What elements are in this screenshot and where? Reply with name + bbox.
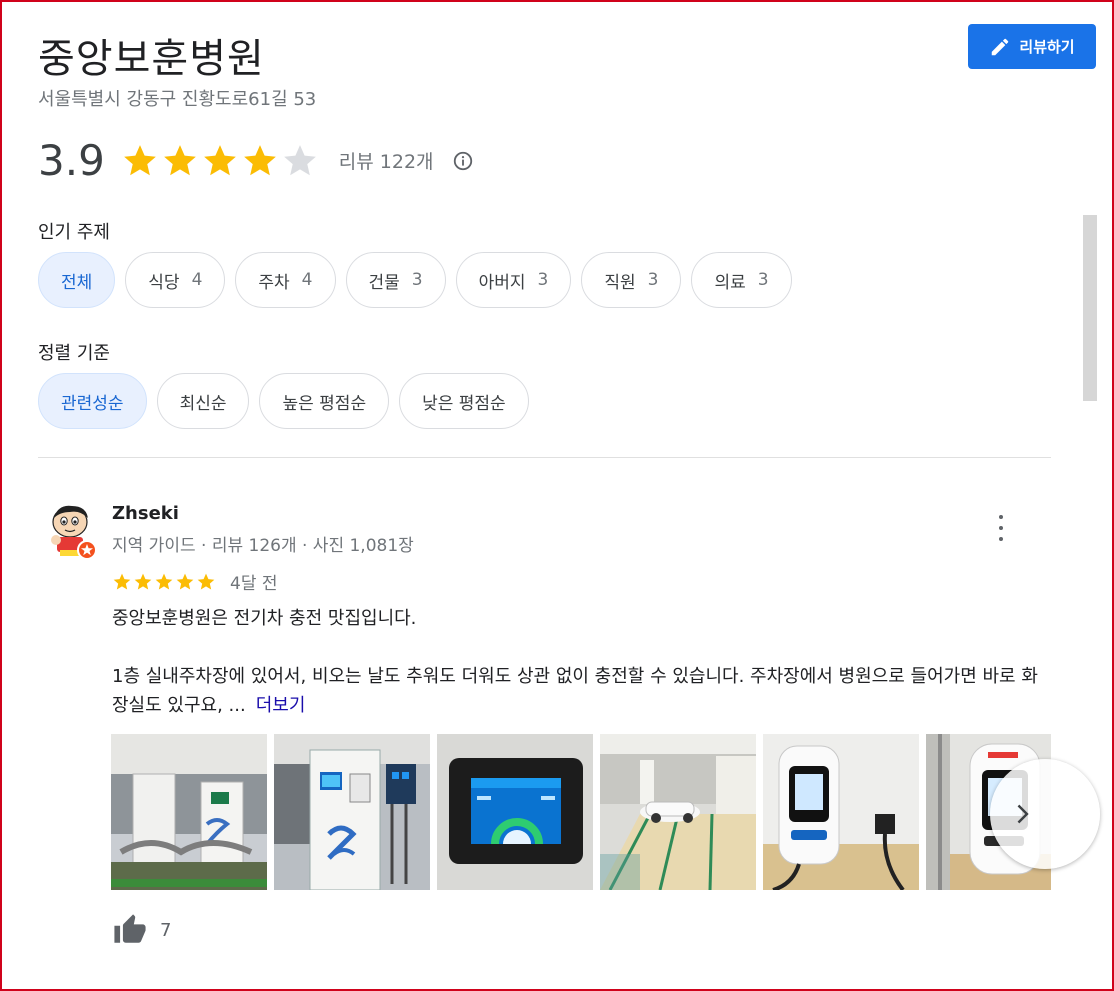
star-icon — [243, 144, 276, 175]
reviewer-meta[interactable]: 지역 가이드 · 리뷰 126개 · 사진 1,081장 — [112, 531, 414, 556]
review-text-line: 1층 실내주차장에 있어서, 비오는 날도 추워도 더워도 상관 없이 충전할 … — [112, 662, 1052, 720]
sort-chip[interactable]: 최신순 — [156, 373, 250, 429]
star-icon — [155, 573, 173, 589]
star-icon — [176, 573, 194, 589]
sort-chips: 관련성순 최신순 높은 평점순 낮은 평점순 — [38, 373, 529, 429]
review-photo[interactable] — [763, 734, 919, 890]
topic-chip-label: 아버지 — [478, 272, 526, 293]
write-review-button[interactable]: 리뷰하기 — [968, 24, 1096, 69]
place-address: 서울특별시 강동구 진황도로61길 53 — [38, 89, 317, 110]
review-text-body: 1층 실내주차장에 있어서, 비오는 날도 추워도 더워도 상관 없이 충전할 … — [112, 666, 1038, 716]
topics-label: 인기 주제 — [38, 222, 110, 243]
star-icon — [163, 144, 196, 175]
like-count: 7 — [160, 919, 172, 941]
info-icon[interactable] — [452, 150, 474, 172]
more-vert-icon[interactable] — [992, 514, 1010, 542]
star-icon — [203, 144, 236, 175]
review-stars — [112, 572, 216, 592]
review-date: 4달 전 — [230, 574, 278, 594]
sort-chip-label: 높은 평점순 — [282, 393, 367, 414]
review-photo[interactable] — [111, 734, 267, 890]
topic-chip-count: 3 — [647, 270, 659, 290]
sort-chip-label: 최신순 — [179, 393, 227, 414]
topic-chip-count: 3 — [757, 270, 769, 290]
chevron-right-icon — [1017, 804, 1029, 824]
divider — [38, 457, 1051, 458]
topic-chip-count: 3 — [411, 270, 423, 290]
star-icon — [113, 573, 131, 589]
reviewer-name[interactable]: Zhseki — [112, 503, 179, 524]
pencil-icon — [992, 38, 1009, 55]
review-rating-row: 4달 전 — [112, 569, 278, 594]
topic-chip-label: 주차 — [258, 272, 290, 293]
topic-chip[interactable]: 건물 3 — [345, 252, 446, 308]
star-icon — [134, 573, 152, 589]
review-photo[interactable] — [437, 734, 593, 890]
star-icon — [123, 144, 156, 175]
review-photo[interactable] — [274, 734, 430, 890]
topic-chips: 전체 식당 4 주차 4 건물 3 아버지 3 직원 3 의료 3 — [38, 252, 792, 308]
star-icon — [283, 144, 316, 175]
topic-chip-label: 건물 — [368, 272, 400, 293]
read-more-link[interactable]: 더보기 — [256, 695, 306, 716]
rating-stars — [121, 142, 319, 180]
review-photos — [111, 734, 1051, 890]
topic-chip[interactable]: 직원 3 — [581, 252, 682, 308]
review-text: 중앙보훈병원은 전기차 충전 맛집입니다. 1층 실내주차장에 있어서, 비오는… — [112, 604, 1052, 720]
reviewer-avatar[interactable] — [44, 500, 100, 562]
sort-chip[interactable]: 관련성순 — [38, 373, 147, 429]
rating-summary: 3.9 리뷰 122개 — [38, 136, 474, 185]
like-row: 7 — [112, 913, 171, 947]
sort-label: 정렬 기준 — [38, 343, 110, 364]
scrollbar-thumb[interactable] — [1083, 215, 1097, 401]
topic-chip-count: 3 — [537, 270, 549, 290]
topic-chip[interactable]: 주차 4 — [235, 252, 336, 308]
sort-chip[interactable]: 높은 평점순 — [259, 373, 390, 429]
sort-chip[interactable]: 낮은 평점순 — [399, 373, 529, 429]
topic-chip-label: 의료 — [714, 272, 746, 293]
topic-chip[interactable]: 의료 3 — [691, 252, 792, 308]
review-photo[interactable] — [600, 734, 756, 890]
review-count[interactable]: 리뷰 122개 — [339, 147, 434, 174]
topic-chip-label: 식당 — [148, 272, 180, 293]
topic-chip[interactable]: 아버지 3 — [455, 252, 572, 308]
sort-chip-label: 관련성순 — [61, 393, 124, 414]
topic-chip[interactable]: 식당 4 — [125, 252, 226, 308]
topic-chip-label: 전체 — [61, 272, 93, 293]
topic-chip-count: 4 — [191, 270, 203, 290]
thumb-up-icon[interactable] — [112, 913, 148, 947]
rating-value: 3.9 — [38, 136, 105, 185]
review-text-line: 중앙보훈병원은 전기차 충전 맛집입니다. — [112, 608, 417, 629]
sort-chip-label: 낮은 평점순 — [422, 393, 506, 414]
topic-chip[interactable]: 전체 — [38, 252, 116, 308]
next-photos-button[interactable] — [990, 759, 1100, 869]
write-review-label: 리뷰하기 — [1019, 38, 1075, 56]
topic-chip-label: 직원 — [604, 272, 636, 293]
place-title: 중앙보훈병원 — [38, 36, 265, 82]
star-icon — [197, 573, 215, 589]
topic-chip-count: 4 — [301, 270, 313, 290]
